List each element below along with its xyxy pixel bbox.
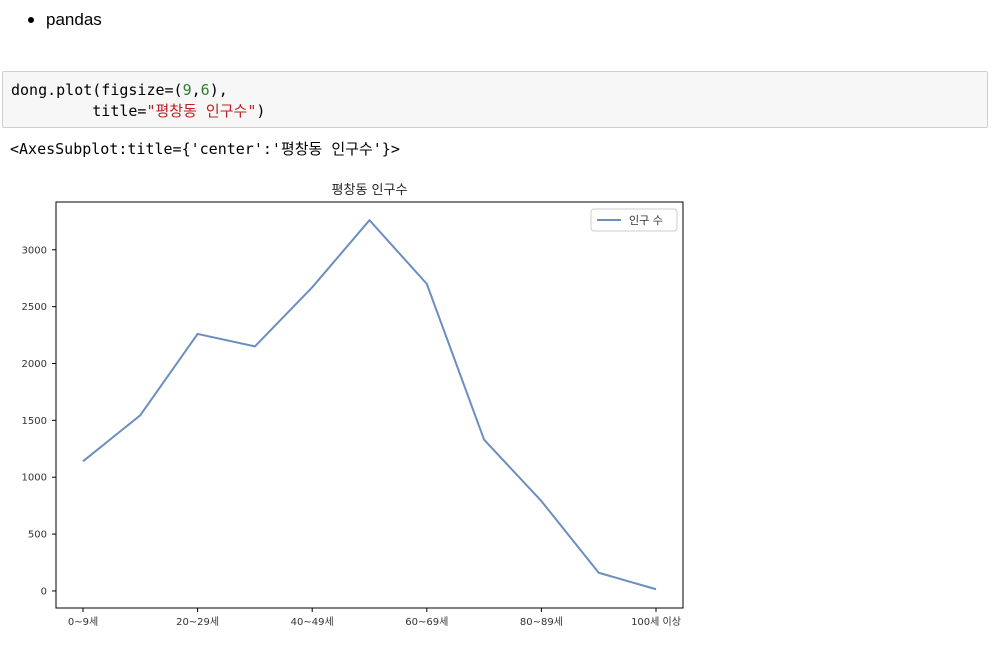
chart-title: 평창동 인구수 [332, 183, 408, 198]
code-string: "평창동 인구수" [146, 102, 257, 120]
y-tick-label: 2500 [22, 302, 47, 313]
y-tick-label: 2000 [22, 359, 47, 370]
x-tick-label: 80~89세 [520, 616, 563, 628]
code-cell[interactable]: dong.plot(figsize=(9,6), title="평창동 인구수"… [2, 71, 988, 128]
y-tick-label: 0 [41, 586, 47, 597]
y-tick-label: 3000 [22, 245, 47, 256]
code-number: 6 [200, 81, 210, 99]
legend-label: 인구 수 [629, 214, 663, 227]
bullet-dot-icon [28, 17, 34, 23]
chart-root: 평창동 인구수 0 500 1000 1500 2000 2500 3000 0~9세 20~29… [22, 183, 684, 628]
code-token: ) [256, 102, 266, 120]
code-token: dong.plot(figsize=( [11, 81, 183, 99]
output-text: <AxesSubplot:title={'center':'평창동 인구수'}> [10, 140, 400, 158]
y-tick-label: 500 [28, 530, 47, 541]
x-tick-label: 20~29세 [176, 616, 219, 628]
line-chart: 평창동 인구수 0 500 1000 1500 2000 2500 3000 0~9세 20~29… [22, 183, 684, 628]
x-tick-label: 0~9세 [68, 616, 98, 628]
x-tick-label: 100세 이상 [631, 616, 681, 628]
code-token: , [191, 81, 201, 99]
series-line [82, 219, 657, 591]
code-token: ), [209, 81, 228, 99]
code-line-1: dong.plot(figsize=(9,6), [11, 80, 228, 100]
plot-frame [55, 201, 684, 609]
x-tick-label: 40~49세 [291, 616, 334, 628]
bullet-text: pandas [46, 10, 102, 29]
code-line-2: title="평창동 인구수") [11, 101, 265, 121]
y-tick-label: 1500 [22, 416, 47, 427]
x-tick-label: 60~69세 [405, 616, 448, 628]
code-token: title= [11, 102, 147, 120]
y-tick-label: 1000 [22, 473, 47, 484]
code-number: 9 [182, 81, 192, 99]
bullet-item: pandas [28, 10, 102, 30]
